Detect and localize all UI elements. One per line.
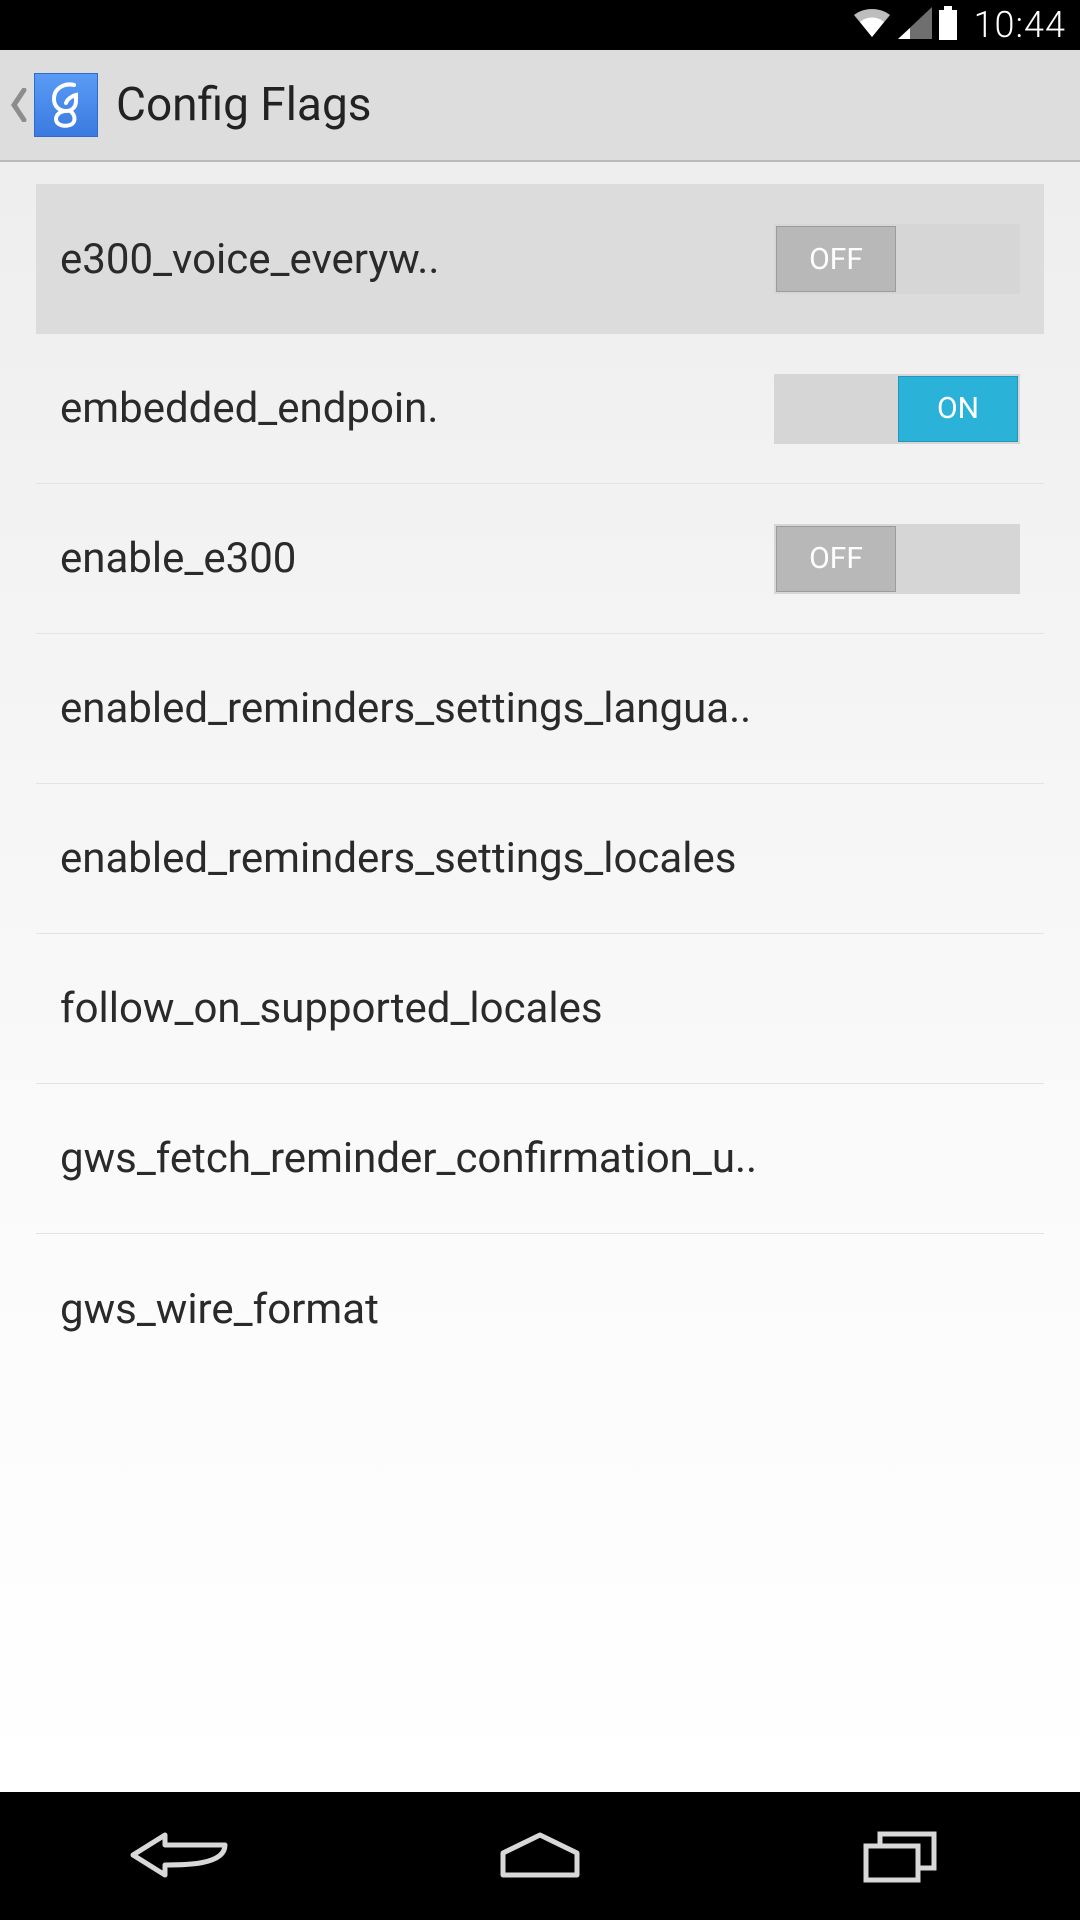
nav-home-button[interactable] [470,1821,610,1891]
status-time: 10:44 [974,4,1066,46]
toggle-switch[interactable]: OFF [774,524,1020,594]
action-bar: Config Flags [0,50,1080,162]
flag-label: gws_fetch_reminder_confirmation_u [60,1134,1020,1183]
flag-label: enable_e300 [60,534,440,583]
wifi-icon [852,7,892,43]
flag-label: embedded_endpoin [60,384,440,433]
list-item[interactable]: enabled_reminders_settings_locales [36,784,1044,934]
content-area: e300_voice_everyw OFF embedded_endpoin O… [0,162,1080,1792]
config-flags-list[interactable]: e300_voice_everyw OFF embedded_endpoin O… [0,162,1080,1384]
flag-label: enabled_reminders_settings_locales [60,834,1020,883]
list-item[interactable]: e300_voice_everyw OFF [36,184,1044,334]
list-item[interactable]: enabled_reminders_settings_langua [36,634,1044,784]
list-item[interactable]: embedded_endpoin ON [36,334,1044,484]
toggle-thumb: OFF [776,526,896,592]
status-icons: 10:44 [852,4,1066,46]
toggle-switch[interactable]: ON [774,374,1020,444]
flag-label: e300_voice_everyw [60,235,440,284]
flag-label: gws_wire_format [60,1285,1020,1334]
navigation-bar [0,1792,1080,1920]
flag-label: enabled_reminders_settings_langua [60,684,1020,733]
status-bar: 10:44 [0,0,1080,50]
battery-icon [938,6,958,44]
cellular-icon [898,7,932,43]
flag-label: follow_on_supported_locales [60,984,1020,1033]
google-app-icon[interactable] [34,73,98,137]
page-title: Config Flags [116,78,372,132]
nav-recent-button[interactable] [830,1821,970,1891]
back-button[interactable] [8,85,30,125]
list-item[interactable]: follow_on_supported_locales [36,934,1044,1084]
toggle-thumb: ON [898,376,1018,442]
toggle-switch[interactable]: OFF [774,224,1020,294]
toggle-thumb: OFF [776,226,896,292]
list-item[interactable]: gws_wire_format [36,1234,1044,1384]
nav-back-button[interactable] [110,1821,250,1891]
list-item[interactable]: enable_e300 OFF [36,484,1044,634]
list-item[interactable]: gws_fetch_reminder_confirmation_u [36,1084,1044,1234]
